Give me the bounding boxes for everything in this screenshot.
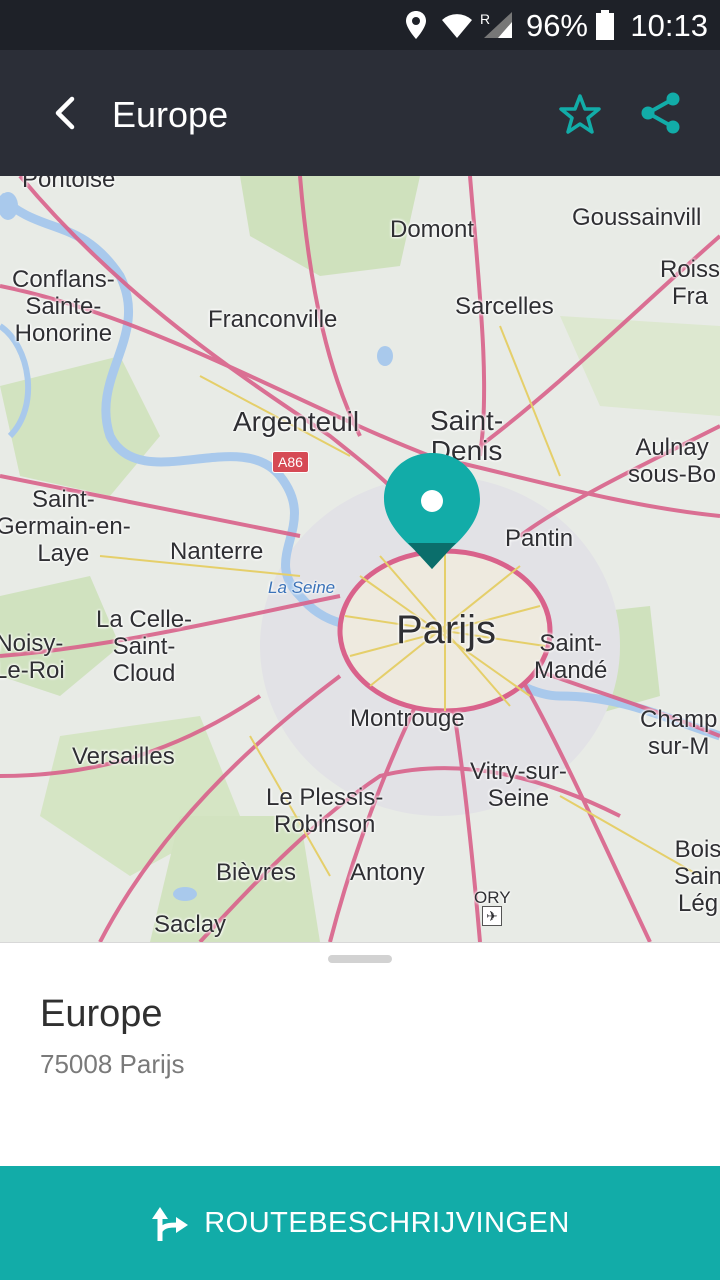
- map-label-saint-germain: Saint- Germain-en- Laye: [0, 486, 131, 567]
- back-arrow-icon: [55, 96, 75, 130]
- back-button[interactable]: [40, 88, 90, 138]
- map-label-aulnay: Aulnay sous-Bo: [628, 434, 717, 488]
- map-label-pantin: Pantin: [505, 525, 574, 552]
- share-button[interactable]: [638, 90, 684, 136]
- map-label-parijs: Parijs: [396, 608, 497, 652]
- map-label-champigny: Champ sur-M: [640, 706, 718, 760]
- signal-icon: R: [478, 0, 514, 50]
- map-label-noisy: Noisy- Le-Roi: [0, 630, 65, 684]
- map-label-saint-mande: Saint- Mandé: [534, 630, 608, 684]
- place-details-sheet[interactable]: Europe 75008 Parijs: [0, 942, 720, 1166]
- place-name: Europe: [40, 993, 163, 1035]
- map-label-bievres: Bièvres: [216, 859, 297, 886]
- map-label-versailles: Versailles: [72, 743, 175, 770]
- map-label-saclay: Saclay: [154, 911, 227, 938]
- directions-label: ROUTEBESCHRIJVINGEN: [204, 1206, 570, 1239]
- battery-percentage: 96%: [525, 8, 588, 43]
- sheet-drag-handle[interactable]: [328, 955, 392, 963]
- map-label-la-seine: La Seine: [268, 578, 336, 597]
- road-shield-a86: A86: [272, 451, 309, 473]
- share-icon: [641, 92, 680, 134]
- map-label-nanterre: Nanterre: [170, 538, 264, 565]
- map-label-roissy: Roiss Fra: [660, 256, 720, 310]
- map-label-conflans: Conflans- Sainte- Honorine: [12, 266, 115, 347]
- directions-button[interactable]: ROUTEBESCHRIJVINGEN: [0, 1166, 720, 1280]
- battery-icon: [594, 0, 616, 50]
- map-label-argenteuil: Argenteuil: [233, 406, 360, 437]
- map-view[interactable]: Pontoise Domont Goussainvill Roiss Fra C…: [0, 176, 720, 942]
- map-label-antony: Antony: [350, 859, 425, 886]
- star-icon: [559, 94, 601, 134]
- map-label-montrouge: Montrouge: [350, 705, 465, 732]
- wifi-icon: [440, 0, 474, 50]
- airport-icon: ✈: [482, 906, 502, 926]
- map-label-domont: Domont: [390, 216, 475, 243]
- status-bar: R 96% 10:13: [0, 0, 720, 50]
- location-pin-icon[interactable]: [380, 451, 484, 576]
- svg-text:R: R: [480, 11, 490, 27]
- page-title: Europe: [112, 94, 229, 135]
- location-icon: [403, 0, 429, 50]
- map-label-goussainville: Goussainvill: [572, 204, 702, 231]
- map-label-boissy: Bois Sain Lég: [674, 836, 720, 917]
- map-label-la-celle: La Celle- Saint- Cloud: [96, 606, 193, 687]
- map-label-vitry: Vitry-sur- Seine: [470, 758, 567, 812]
- map-label-le-plessis: Le Plessis- Robinson: [266, 784, 384, 838]
- place-address: 75008 Parijs: [40, 1049, 185, 1079]
- map-label-franconville: Franconville: [208, 306, 338, 333]
- favorite-button[interactable]: [556, 90, 604, 138]
- map-label-pontoise: Pontoise: [22, 176, 116, 193]
- app-bar: Europe: [0, 50, 720, 176]
- clock: 10:13: [630, 8, 708, 43]
- directions-icon: [152, 1207, 189, 1241]
- map-label-sarcelles: Sarcelles: [455, 293, 554, 320]
